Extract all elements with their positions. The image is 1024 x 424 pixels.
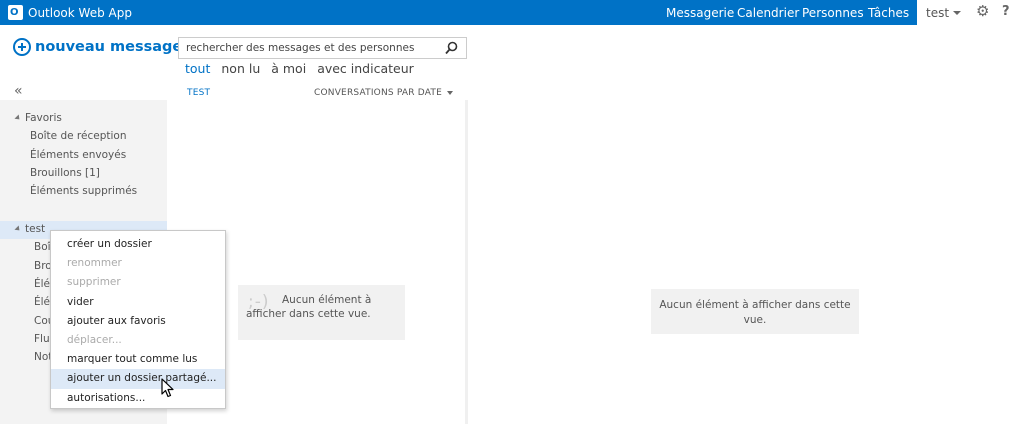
collapse-pane-button[interactable]: « bbox=[14, 83, 23, 99]
plus-circle-icon bbox=[13, 38, 31, 56]
folder-drafts[interactable]: Brouillons [1] bbox=[30, 167, 100, 179]
search-box bbox=[178, 37, 467, 59]
menu-item-create-folder[interactable]: créer un dossier bbox=[51, 235, 225, 254]
menu-item-add-shared-folder[interactable]: ajouter un dossier partagé... bbox=[51, 369, 225, 389]
nav-item-people[interactable]: Personnes bbox=[802, 0, 864, 25]
user-area: test ⚙ ? bbox=[917, 0, 1024, 25]
nav-item-mail[interactable]: Messagerie bbox=[666, 0, 734, 25]
gear-icon[interactable]: ⚙ bbox=[976, 3, 989, 20]
mailbox-label: test bbox=[25, 223, 46, 235]
app-brand[interactable]: O Outlook Web App bbox=[8, 4, 132, 21]
mailbox-header[interactable]: test bbox=[14, 223, 46, 235]
user-menu[interactable]: test bbox=[926, 6, 949, 20]
menu-item-rename[interactable]: renommer bbox=[51, 254, 225, 273]
new-message-label: nouveau message bbox=[35, 39, 183, 55]
outlook-logo-icon: O bbox=[8, 5, 23, 20]
filter-flagged[interactable]: avec indicateur bbox=[317, 61, 414, 76]
folder-item[interactable]: Élé bbox=[34, 278, 50, 290]
help-icon[interactable]: ? bbox=[1002, 4, 1010, 19]
filter-all[interactable]: tout bbox=[185, 61, 210, 76]
favorites-header[interactable]: Favoris bbox=[14, 112, 62, 124]
new-message-button[interactable]: nouveau message bbox=[13, 38, 182, 56]
current-folder-title: TEST bbox=[187, 88, 211, 98]
filter-to-me[interactable]: à moi bbox=[271, 61, 306, 76]
mouse-cursor-icon bbox=[161, 378, 174, 398]
empty-message: Aucun élément à afficher dans cette vue. bbox=[246, 294, 372, 320]
expand-triangle-icon bbox=[14, 225, 22, 233]
pane-divider[interactable] bbox=[465, 100, 468, 424]
menu-item-add-favorites[interactable]: ajouter aux favoris bbox=[51, 312, 225, 331]
chevron-down-icon[interactable] bbox=[953, 11, 961, 15]
expand-triangle-icon bbox=[14, 114, 22, 122]
menu-item-mark-all-read[interactable]: marquer tout comme lus bbox=[51, 350, 225, 369]
top-bar: O Outlook Web App Messagerie Calendrier … bbox=[0, 0, 1024, 25]
app-title: Outlook Web App bbox=[28, 5, 132, 20]
chevron-down-icon bbox=[447, 90, 454, 95]
sort-label: CONVERSATIONS PAR DATE bbox=[314, 88, 443, 98]
menu-item-permissions[interactable]: autorisations... bbox=[51, 389, 225, 408]
message-list-empty: ;-) Aucun élément à afficher dans cette … bbox=[238, 285, 405, 340]
reading-pane-empty: Aucun élément à afficher dans cette vue. bbox=[651, 289, 859, 334]
filter-unread[interactable]: non lu bbox=[221, 61, 260, 76]
menu-item-empty[interactable]: vider bbox=[51, 293, 225, 312]
folder-item[interactable]: Élé bbox=[34, 296, 50, 308]
search-input[interactable] bbox=[179, 38, 439, 58]
folder-item[interactable]: Boî bbox=[34, 241, 51, 253]
nav-item-tasks[interactable]: Tâches bbox=[868, 0, 909, 25]
favorites-label: Favoris bbox=[25, 112, 62, 124]
search-icon[interactable] bbox=[445, 41, 458, 55]
menu-item-delete[interactable]: supprimer bbox=[51, 273, 225, 292]
folder-item[interactable]: Flu bbox=[34, 333, 50, 345]
sort-dropdown[interactable]: CONVERSATIONS PAR DATE bbox=[314, 88, 454, 98]
folder-deleted[interactable]: Éléments supprimés bbox=[30, 185, 137, 197]
folder-context-menu: créer un dossier renommer supprimer vide… bbox=[50, 230, 226, 409]
nav-item-calendar[interactable]: Calendrier bbox=[737, 0, 799, 25]
folder-sent[interactable]: Éléments envoyés bbox=[30, 149, 126, 161]
filter-bar: tout non lu à moi avec indicateur bbox=[185, 61, 425, 76]
folder-inbox[interactable]: Boîte de réception bbox=[30, 130, 126, 142]
menu-item-move[interactable]: déplacer... bbox=[51, 331, 225, 350]
